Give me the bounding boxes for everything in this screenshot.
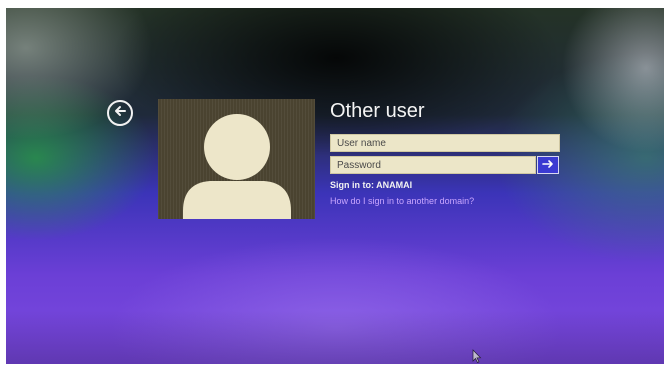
- page-title: Other user: [330, 100, 425, 122]
- back-arrow-icon: [113, 104, 127, 123]
- submit-button[interactable]: [537, 156, 559, 174]
- other-domain-link[interactable]: How do I sign in to another domain?: [330, 196, 474, 206]
- password-field[interactable]: [330, 156, 536, 174]
- back-button[interactable]: [107, 100, 133, 126]
- user-avatar-tile: [158, 99, 315, 219]
- right-arrow-icon: [542, 156, 554, 174]
- sign-in-domain-label: Sign in to: ANAMAI: [330, 180, 413, 190]
- user-silhouette-icon: [183, 114, 291, 219]
- username-field[interactable]: [330, 134, 560, 152]
- lock-screen: Other user Sign in to: ANAMAI How do I s…: [6, 8, 664, 364]
- mouse-pointer-icon: [472, 349, 482, 363]
